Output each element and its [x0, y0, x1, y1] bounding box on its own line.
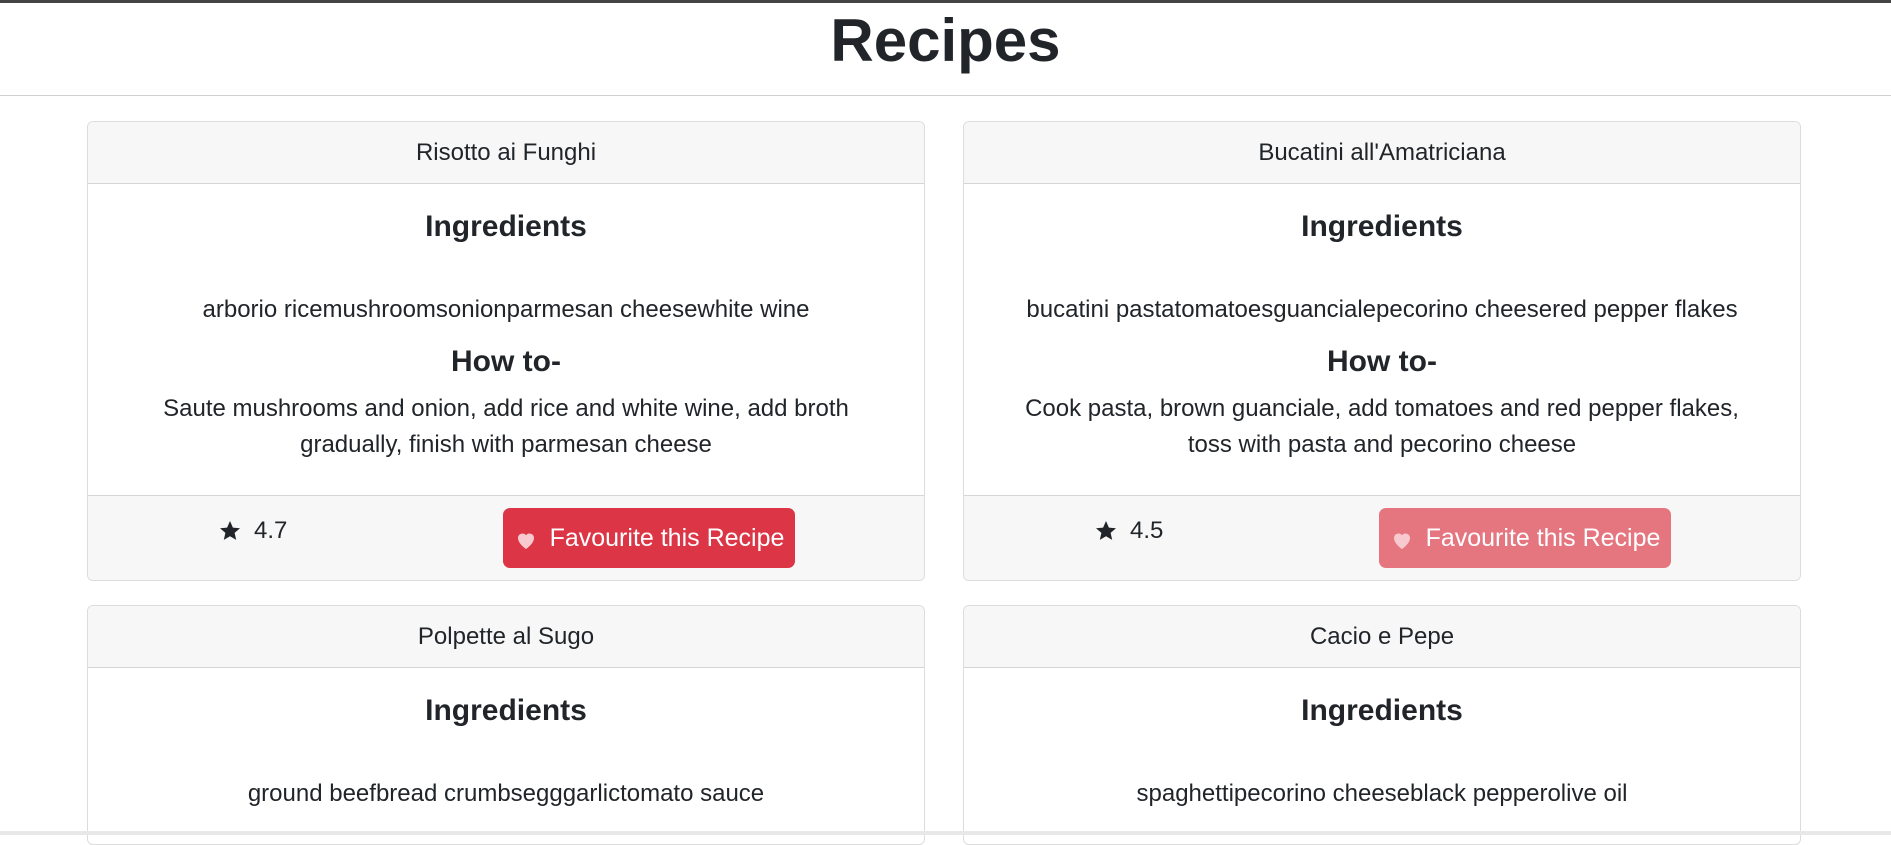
rating: 4.5 — [1094, 516, 1163, 546]
rating: 4.7 — [218, 516, 287, 546]
recipe-card: Bucatini all'Amatriciana Ingredients buc… — [963, 121, 1801, 581]
rating-value: 4.5 — [1130, 517, 1164, 544]
ingredients-heading: Ingredients — [1301, 694, 1463, 727]
recipe-footer: 4.5 Favourite this Recipe — [964, 495, 1800, 580]
bottom-border — [0, 831, 1891, 835]
ingredients-text: bucatini pastatomatoesguancialepecorino … — [1026, 296, 1738, 323]
recipe-title: Cacio e Pepe — [964, 606, 1800, 668]
recipe-title: Risotto ai Funghi — [88, 122, 924, 184]
recipe-card: Polpette al Sugo Ingredients ground beef… — [87, 605, 925, 845]
ingredients-heading: Ingredients — [425, 210, 587, 243]
recipe-footer: 4.7 Favourite this Recipe — [88, 495, 924, 580]
steps-text: Cook pasta, brown guanciale, add tomatoe… — [1025, 395, 1739, 458]
recipe-body: Ingredients arborio ricemushroomsonionpa… — [88, 184, 924, 481]
ingredients-heading: Ingredients — [1301, 210, 1463, 243]
ingredients-text: arborio ricemushroomsonionparmesan chees… — [202, 296, 810, 323]
recipe-card: Cacio e Pepe Ingredients spaghettipecori… — [963, 605, 1801, 845]
star-icon — [220, 521, 240, 540]
recipe-title: Polpette al Sugo — [88, 606, 924, 668]
howto-heading: How to- — [451, 345, 561, 378]
favourite-button[interactable]: Favourite this Recipe — [1379, 508, 1671, 568]
ingredients-text: ground beefbread crumbsegggarlictomato s… — [247, 780, 765, 807]
ingredients-heading: Ingredients — [425, 694, 587, 727]
favourite-button[interactable]: Favourite this Recipe — [503, 508, 795, 568]
ingredients-text: spaghettipecorino cheeseblack pepperoliv… — [1136, 780, 1628, 807]
heart-icon — [517, 533, 534, 549]
steps-text: Saute mushrooms and onion, add rice and … — [163, 395, 849, 458]
heart-icon — [1393, 533, 1410, 549]
recipe-card: Risotto ai Funghi Ingredients arborio ri… — [87, 121, 925, 581]
howto-heading: How to- — [1327, 345, 1437, 378]
page-title: Recipes — [830, 7, 1061, 74]
recipe-title: Bucatini all'Amatriciana — [964, 122, 1800, 184]
rating-value: 4.7 — [254, 517, 288, 544]
recipe-body: Ingredients spaghettipecorino cheeseblac… — [964, 668, 1800, 809]
star-icon — [1096, 521, 1116, 540]
favourite-button-label: Favourite this Recipe — [549, 523, 785, 552]
recipe-body: Ingredients bucatini pastatomatoesguanci… — [964, 184, 1800, 481]
page-header: Recipes — [0, 3, 1891, 96]
favourite-button-label: Favourite this Recipe — [1425, 523, 1661, 552]
recipe-body: Ingredients ground beefbread crumbseggga… — [88, 668, 924, 809]
